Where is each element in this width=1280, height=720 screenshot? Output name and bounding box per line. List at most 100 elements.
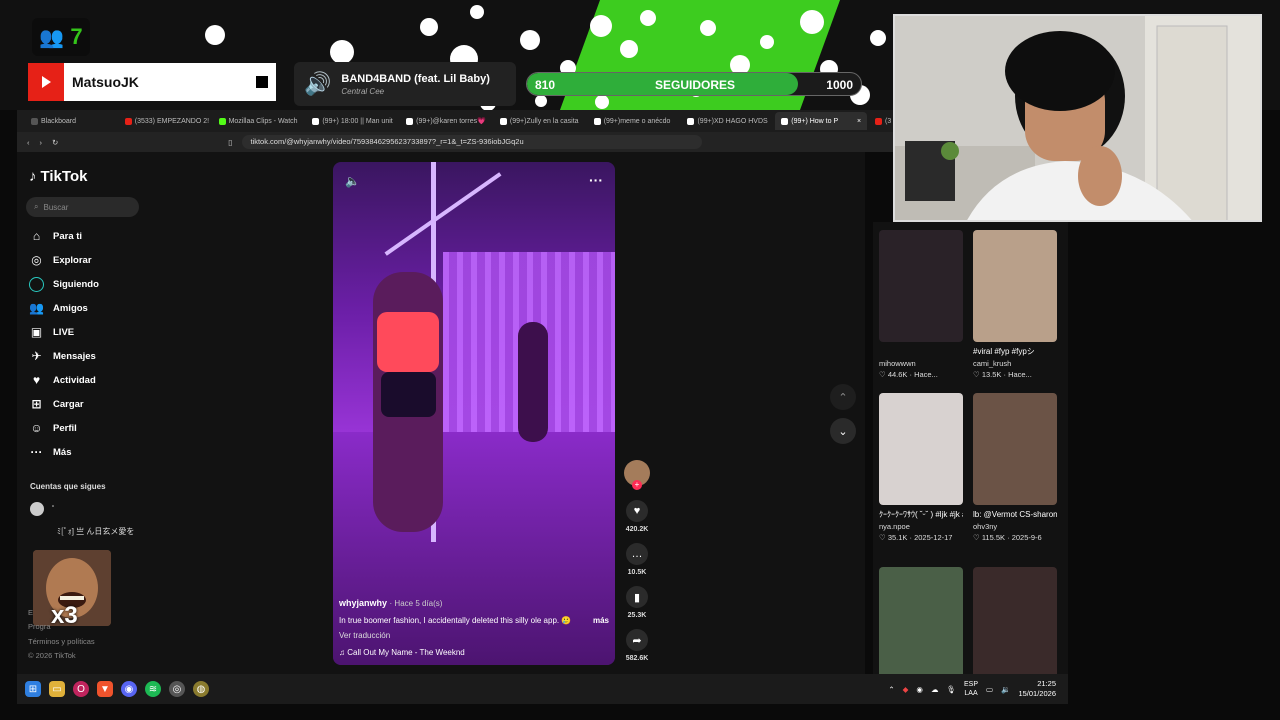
sidebar-item-messages[interactable]: ✈ Mensajes [29,347,95,365]
card-author[interactable]: mihowwwn [879,359,963,368]
share-button[interactable]: ➦ 582.6K [623,629,651,662]
card-date: Hace... [914,370,938,379]
sidebar-item-live[interactable]: ▣ LIVE [29,323,74,341]
followed-account[interactable]: ﾟ [30,502,56,516]
footer-link[interactable]: Términos y políticas [28,637,95,646]
opera-icon[interactable]: O [73,681,89,697]
reload-icon[interactable]: ↻ [52,138,58,147]
url-field[interactable]: tiktok.com/@whyjanwhy/video/759384629562… [242,135,703,149]
video-thumbnail[interactable] [973,567,1057,674]
browser-tab[interactable]: (99+)Zully en la casita [494,112,586,130]
feed-video-card[interactable] [879,567,963,674]
language-code: ESP [964,681,979,688]
video-player[interactable]: 🔈 ··· whyjanwhy · Hace 5 día(s) In true … [333,162,615,665]
tab-favicon-icon [218,117,226,125]
discord-icon[interactable]: ◉ [121,681,137,697]
language-indicator[interactable]: ESP LAA [964,680,978,698]
back-icon[interactable]: ‹ [27,138,30,147]
clock[interactable]: 21:25 15/01/2026 [1018,679,1056,699]
feed-video-card[interactable]: ｸｰｸｰｸｰﾜｻｳ( ˘ᵕ˘ ) #ljk #jk #地雷 #... nya.np… [879,393,963,542]
video-thumbnail[interactable] [879,567,963,674]
more-options-icon[interactable]: ··· [589,172,603,188]
video-song[interactable]: ♫ Call Out My Name - The Weeknd [339,648,465,657]
tiktok-logo[interactable]: ♪ TikTok [29,168,87,185]
forward-icon[interactable]: › [40,138,43,147]
sidebar-item-activity[interactable]: ♥ Actividad [29,371,96,389]
live-icon: ▣ [30,325,43,339]
video-author[interactable]: whyjanwhy · Hace 5 día(s) [339,598,442,608]
feed-video-card[interactable] [973,567,1057,674]
card-date: 2025-12-17 [914,533,953,542]
footer-link[interactable]: Progra [28,622,51,631]
network-icon[interactable]: ▭ [986,685,993,694]
mute-icon[interactable]: 🔈 [345,174,360,188]
footer-link[interactable]: E [28,608,33,617]
now-playing: 🔊 BAND4BAND (feat. Lil Baby) Central Cee [294,62,516,106]
comment-button[interactable]: … 10.5K [623,543,651,576]
card-author[interactable]: nya.npoe [879,522,963,531]
creator-avatar-button[interactable]: + [623,460,651,490]
tray-mic-icon[interactable]: 🎙 [946,685,956,694]
tab-label: (99+)@karen torres💗 [416,118,486,125]
browser-tab[interactable]: Blackboard [25,112,117,130]
video-thumbnail[interactable] [879,393,963,505]
tray-expand-icon[interactable]: ⌃ [888,685,894,694]
browser-tab[interactable]: (99+) How to P × [775,112,868,130]
video-thumbnail[interactable] [879,230,963,342]
translate-link[interactable]: Ver traducción [339,631,390,640]
browser-tab[interactable]: (3 [869,112,893,130]
channel-name-box: MatsuoJK [28,63,276,101]
video-username: whyjanwhy [339,598,388,608]
tray-discord-icon[interactable]: ◉ [916,685,923,694]
browser-tab[interactable]: (99+) 18:00 || Man unit [306,112,398,130]
video-thumbnail[interactable] [973,393,1057,505]
card-caption: #viral #fyp #fypシ [973,347,1035,356]
next-video-button[interactable]: ⌄ [830,418,856,444]
brave-icon[interactable]: ▼ [97,681,113,697]
close-tab-icon[interactable]: × [857,118,861,125]
app-icon[interactable]: ◍ [193,681,209,697]
start-icon[interactable]: ⊞ [25,681,41,697]
sidebar-item-following[interactable]: Siguiendo [29,275,99,293]
card-stats: ♡ 35.1K · 2025-12-17 [879,533,963,542]
like-button[interactable]: ♥ 420.2K [623,500,651,533]
card-author[interactable]: cami_krush [973,359,1057,368]
browser-tab[interactable]: Mozillaa Clips - Watch [213,112,305,130]
feed-video-card[interactable]: mihowwwn ♡ 44.6K · Hace... [879,230,963,379]
save-button[interactable]: ▮ 25.3K [623,586,651,619]
sidebar-item-home[interactable]: ⌂ Para ti [29,227,82,245]
browser-tab[interactable]: (99+)XD HAGO HVDS [681,112,773,130]
spotify-icon[interactable]: ≋ [145,681,161,697]
tray-cloud-icon[interactable]: ☁ [931,685,939,694]
sidebar-item-upload[interactable]: ⊞ Cargar [29,395,83,413]
music-note-icon: ♫ [339,648,345,657]
feed-video-card[interactable]: lb: @Vermot CS-sharon #fypジ... ohv3ny ♡ 11… [973,393,1057,542]
avatar [30,502,44,516]
sidebar-item-compass[interactable]: ◎ Explorar [29,251,91,269]
video-thumbnail[interactable] [973,230,1057,342]
tab-label: (3533) EMPEZANDO 2! [134,117,210,125]
browser-tab[interactable]: (3533) EMPEZANDO 2! [119,112,211,130]
save-count: 25.3K [627,612,647,619]
obs-icon[interactable]: ◎ [169,681,185,697]
previous-video-button[interactable]: ⌃ [830,384,856,410]
bookmark-icon[interactable]: ▯ [228,138,232,147]
caption-more-link[interactable]: más [593,616,609,625]
sidebar-item-profile[interactable]: ☺ Perfil [29,419,76,437]
follow-plus-icon[interactable]: + [632,480,642,490]
browser-tab[interactable]: (99+)meme o anécdo [588,112,680,130]
feed-video-card[interactable]: #viral #fyp #fypシ cami_krush ♡ 13.5K · Hac… [973,230,1057,379]
song-title: BAND4BAND (feat. Lil Baby) [341,72,490,85]
sidebar-item-more[interactable]: ··· Más [29,443,72,461]
search-input[interactable]: ⌕ Buscar [26,197,139,217]
card-author[interactable]: ohv3ny [973,522,1057,531]
followed-account[interactable]: ﾐ[ﾟｫ] 亗 ん日玄メ愛を [57,526,134,537]
activity-icon: ♥ [32,373,41,387]
file-explorer-icon[interactable]: ▭ [49,681,65,697]
tray-app-icon[interactable]: ◆ [903,685,909,694]
volume-icon[interactable]: 🔉 [1001,685,1010,694]
sidebar-item-label: LIVE [53,326,75,338]
sidebar-item-friends[interactable]: 👥 Amigos [29,299,88,317]
browser-tab[interactable]: (99+)@karen torres💗 [400,112,492,130]
snowflake [470,5,484,19]
